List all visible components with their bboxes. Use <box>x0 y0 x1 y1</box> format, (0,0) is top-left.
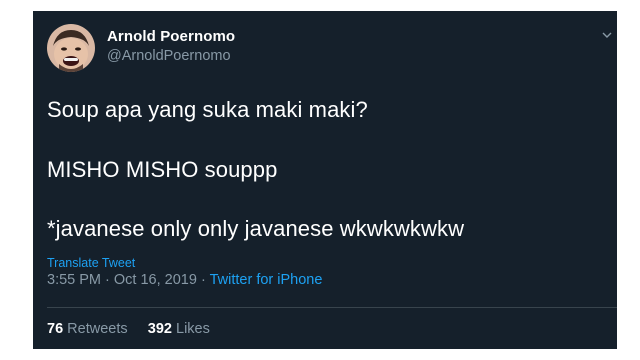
tweet-text-line: MISHO MISHO souppp <box>47 157 278 182</box>
divider <box>47 307 617 308</box>
translate-tweet-link[interactable]: Translate Tweet <box>47 256 135 270</box>
avatar[interactable] <box>47 24 95 72</box>
retweets-label: Retweets <box>67 321 128 337</box>
tweet-text-line: Soup apa yang suka maki maki? <box>47 97 368 122</box>
likes-stat[interactable]: 392 Likes <box>148 321 210 337</box>
likes-count: 392 <box>147 321 172 337</box>
chevron-down-icon[interactable] <box>601 29 613 41</box>
retweets-stat[interactable]: 76 Retweets <box>47 321 132 337</box>
avatar-photo-icon <box>47 24 95 72</box>
tweet-meta: 3:55 PM · Oct 16, 2019 · Twitter for iPh… <box>47 272 322 288</box>
tweet-date[interactable]: Oct 16, 2019 <box>114 272 197 288</box>
retweets-count: 76 <box>47 321 64 337</box>
tweet-source-link[interactable]: Twitter for iPhone <box>210 272 323 288</box>
meta-separator: · <box>105 272 110 288</box>
tweet-time[interactable]: 3:55 PM <box>47 272 101 288</box>
meta-separator: · <box>200 272 206 288</box>
display-name[interactable]: Arnold Poernomo <box>107 28 235 45</box>
tweet-card: Arnold Poernomo @ArnoldPoernomo Soup apa… <box>33 11 617 349</box>
tweet-stats: 76 Retweets 392 Likes <box>47 321 210 337</box>
tweet-text-line: *javanese only only javanese wkwkwkwkw <box>47 216 465 241</box>
user-handle[interactable]: @ArnoldPoernomo <box>107 48 231 64</box>
likes-label: Likes <box>176 321 210 337</box>
